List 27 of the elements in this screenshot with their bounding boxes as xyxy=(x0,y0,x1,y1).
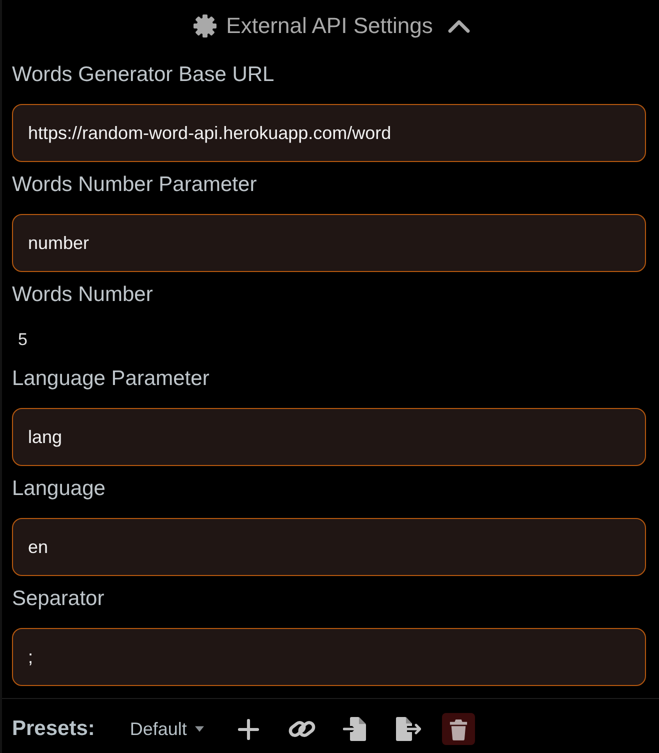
field-label: Words Generator Base URL xyxy=(12,62,274,88)
file-export-icon xyxy=(394,716,421,742)
text-field[interactable]: en xyxy=(12,518,646,576)
preset-dropdown[interactable]: Default xyxy=(130,716,204,742)
field-label: Language Parameter xyxy=(12,366,210,392)
export-button[interactable] xyxy=(394,716,421,742)
delete-preset-button[interactable] xyxy=(442,713,475,745)
trash-icon xyxy=(448,718,468,740)
link-icon xyxy=(288,718,316,740)
presets-label: Presets: xyxy=(12,717,95,741)
field-label: Separator xyxy=(12,586,104,612)
add-preset-button[interactable] xyxy=(238,718,259,740)
file-import-icon xyxy=(342,716,367,742)
field-label: Words Number xyxy=(12,282,153,308)
count-input[interactable]: 5 xyxy=(12,324,72,356)
text-field[interactable]: ; xyxy=(12,628,646,686)
plus-icon xyxy=(238,718,259,740)
text-field[interactable]: https://random-word-api.herokuapp.com/word xyxy=(12,104,646,162)
caret-icon xyxy=(194,726,204,732)
text-field[interactable]: lang xyxy=(12,408,646,466)
field-label: Language xyxy=(12,476,106,502)
section-header[interactable]: External API Settings xyxy=(193,13,471,39)
chevron-icon xyxy=(446,18,471,34)
field-label: Words Number Parameter xyxy=(12,172,257,198)
import-button[interactable] xyxy=(342,716,367,742)
share-link-button[interactable] xyxy=(288,718,316,740)
text-field[interactable]: number xyxy=(12,214,646,272)
